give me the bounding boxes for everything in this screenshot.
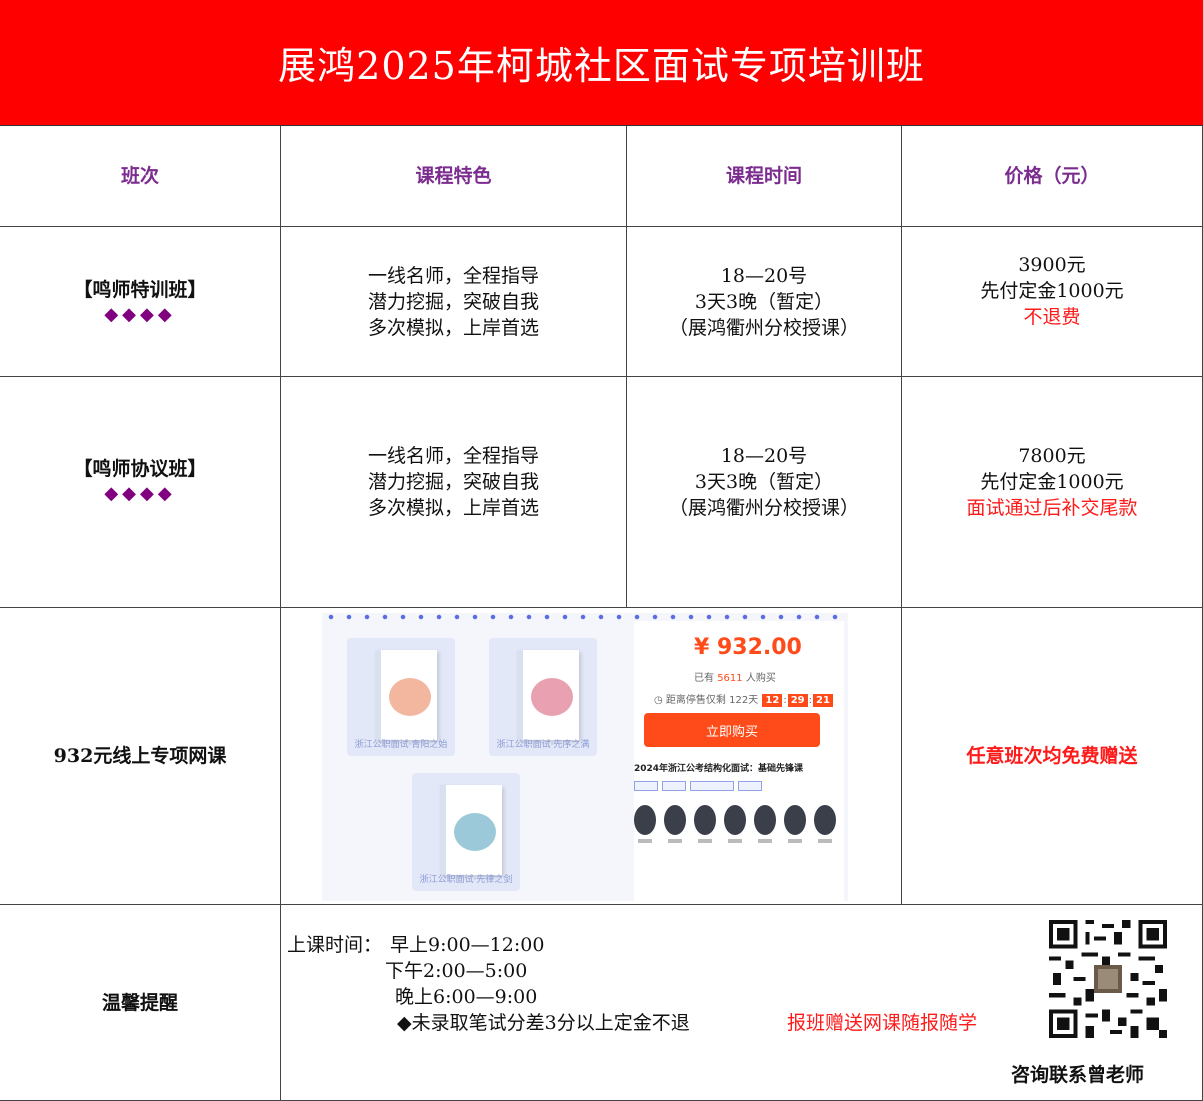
decorative-dots	[322, 613, 848, 621]
course-features: 一线名师，全程指导 潜力挖掘，突破自我 多次模拟，上岸首选	[281, 227, 627, 377]
reminder-label: 温馨提醒	[0, 905, 281, 1101]
sold-prefix: 已有	[694, 673, 714, 684]
feature-line: 一线名师，全程指导	[367, 264, 539, 287]
time-line: （展鸿衢州分校授课）	[668, 497, 859, 519]
schedule-morning: 早上9:00—12:00	[390, 934, 545, 956]
clock-icon: ◷	[654, 695, 663, 706]
price-note: 不退费	[1023, 305, 1081, 328]
time-line: 18—20号	[720, 445, 808, 467]
book-art	[531, 678, 573, 716]
purchase-panel: ¥ 932.00 已有 5611 人购买 ◷ 距离停售仅剩 122天 12:29…	[634, 621, 844, 901]
teacher-list	[634, 805, 836, 845]
price-note: 面试通过后补交尾款	[966, 497, 1138, 519]
feature-line: 多次模拟，上岸首选	[367, 497, 539, 519]
schedule-label: 上课时间：	[287, 934, 383, 956]
price-line: 7800元	[1018, 445, 1086, 467]
price-line: 先付定金1000元	[980, 471, 1124, 493]
table-row-class-name: 【鸣师特训班】 ◆◆◆◆	[0, 227, 281, 377]
feature-line: 一线名师，全程指导	[367, 445, 539, 467]
teacher-avatar	[664, 805, 686, 845]
book-card: 浙江公职面试·先序之满	[489, 638, 597, 756]
gift-note: 报班赠送网课随报随学	[787, 1012, 978, 1034]
tag	[738, 781, 762, 791]
online-course-note: 任意班次均免费赠送	[902, 608, 1203, 905]
course-features: 一线名师，全程指导 潜力挖掘，突破自我 多次模拟，上岸首选	[281, 377, 627, 608]
price-line: 3900元	[1018, 253, 1086, 276]
rating-diamonds: ◆◆◆◆	[104, 483, 176, 504]
countdown-hours: 12	[762, 694, 783, 707]
book-cover	[375, 650, 437, 740]
promo-course-name: 2024年浙江公考结构化面试：基础先锋课	[634, 764, 804, 774]
teacher-avatar	[814, 805, 836, 845]
book-cover	[440, 785, 502, 875]
countdown-days: 122天	[729, 695, 759, 706]
book-card: 浙江公职面试·青阳之始	[347, 638, 455, 756]
table-row-class-name: 【鸣师协议班】 ◆◆◆◆	[0, 377, 281, 608]
schedule-evening: 晚上6:00—9:00	[395, 986, 538, 1008]
feature-line: 多次模拟，上岸首选	[367, 316, 539, 339]
sold-number: 5611	[717, 673, 743, 684]
class-name: 【鸣师特训班】	[73, 278, 207, 301]
book-art	[454, 813, 496, 851]
sold-suffix: 人购买	[745, 673, 776, 684]
teacher-avatar	[694, 805, 716, 845]
sold-count: 已有 5611 人购买	[694, 669, 776, 684]
column-header-features: 课程特色	[281, 126, 627, 227]
time-line: （展鸿衢州分校授课）	[668, 316, 859, 339]
column-header-price: 价格（元）	[902, 126, 1203, 227]
teacher-avatar	[724, 805, 746, 845]
time-line: 3天3晚（暂定）	[694, 471, 834, 493]
countdown-seconds: 21	[812, 694, 833, 707]
time-line: 18—20号	[720, 264, 808, 287]
book-label: 浙江公职面试·先律之剑	[419, 875, 513, 885]
course-time: 18—20号 3天3晚（暂定） （展鸿衢州分校授课）	[627, 377, 902, 608]
contact-note: 咨询联系曾老师	[1011, 1064, 1145, 1086]
title-banner: 展鸿2025年柯城社区面试专项培训班	[0, 0, 1203, 126]
book-label: 浙江公职面试·青阳之始	[354, 740, 448, 750]
online-course-promo-image: 浙江公职面试·青阳之始 浙江公职面试·先序之满 浙江公职面试·先律之剑 ¥ 93…	[322, 613, 848, 901]
class-name: 【鸣师协议班】	[73, 458, 207, 480]
feature-line: 潜力挖掘，突破自我	[367, 290, 539, 313]
teacher-avatar	[634, 805, 656, 845]
column-header-time: 课程时间	[627, 126, 902, 227]
countdown-minutes: 29	[787, 694, 808, 707]
course-price: 7800元 先付定金1000元 面试通过后补交尾款	[902, 377, 1203, 608]
book-label: 浙江公职面试·先序之满	[496, 740, 590, 750]
schedule-afternoon: 下午2:00—5:00	[385, 960, 528, 982]
countdown-label: 距离停售仅剩	[665, 695, 726, 706]
buy-now-button[interactable]: 立即购买	[644, 713, 820, 747]
book-art	[389, 678, 431, 716]
course-price: 3900元 先付定金1000元 不退费	[902, 227, 1203, 377]
online-course-name: 932元线上专项网课	[0, 608, 281, 905]
promo-price: ¥ 932.00	[694, 635, 802, 660]
qr-code-icon[interactable]	[1049, 920, 1167, 1038]
time-line: 3天3晚（暂定）	[694, 290, 834, 313]
deposit-rule: ◆未录取笔试分差3分以上定金不退	[397, 1012, 690, 1034]
rating-tag	[690, 781, 734, 791]
tag	[634, 781, 658, 791]
book-cover	[517, 650, 579, 740]
teacher-avatar	[754, 805, 776, 845]
rating-diamonds: ◆◆◆◆	[104, 303, 176, 325]
course-tags	[634, 781, 762, 791]
course-time: 18—20号 3天3晚（暂定） （展鸿衢州分校授课）	[627, 227, 902, 377]
price-line: 先付定金1000元	[980, 279, 1124, 302]
feature-line: 潜力挖掘，突破自我	[367, 471, 539, 493]
tag	[662, 781, 686, 791]
countdown: ◷ 距离停售仅剩 122天 12:29:21	[654, 691, 834, 707]
page-title: 展鸿2025年柯城社区面试专项培训班	[278, 44, 925, 88]
teacher-avatar	[784, 805, 806, 845]
column-header-class: 班次	[0, 126, 281, 227]
book-card: 浙江公职面试·先律之剑	[412, 773, 520, 891]
